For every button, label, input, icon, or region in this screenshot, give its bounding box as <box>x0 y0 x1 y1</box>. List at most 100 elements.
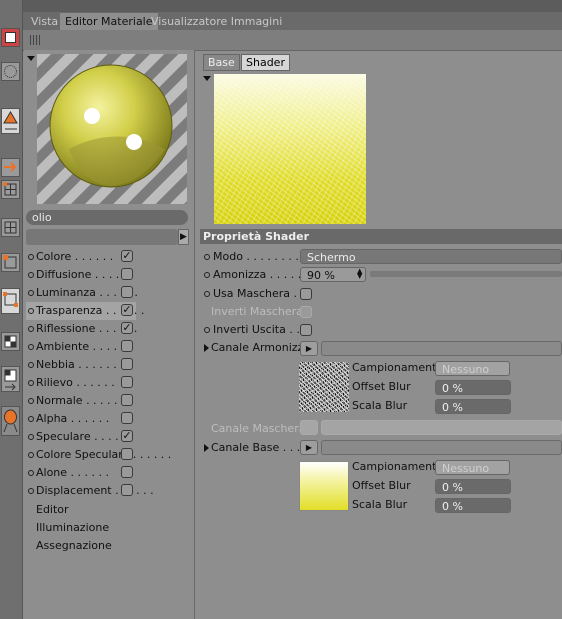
inverti-uscita-row: Inverti Uscita . . . <box>204 322 307 338</box>
paint-tool-icon[interactable] <box>1 406 20 436</box>
channel-row-displacement[interactable]: Displacement . . . . . . <box>26 482 154 500</box>
channel-enable-checkbox[interactable] <box>121 358 133 370</box>
scala-blur-input-2[interactable]: 0 % <box>435 498 511 513</box>
channel-row-normale[interactable]: Normale . . . . . . <box>26 392 136 410</box>
scala-blur-label-1: Scala Blur <box>352 399 408 412</box>
channel-enable-checkbox[interactable] <box>121 412 133 424</box>
material-name-field[interactable]: olio <box>26 210 188 225</box>
channel-enable-checkbox[interactable] <box>121 286 133 298</box>
channel-enable-checkbox[interactable] <box>121 340 133 352</box>
canale-maschera-menu-button[interactable] <box>300 420 318 435</box>
campionamento-label-2: Campionamento <box>352 460 444 473</box>
channel-label: Colore Speculare . . . . . . <box>36 448 172 461</box>
amonizza-slider-track[interactable] <box>370 271 562 277</box>
channel-row-colore[interactable]: Colore . . . . . . ✓ <box>26 248 136 266</box>
texture-tool-icon[interactable] <box>1 366 20 392</box>
inverti-maschera-checkbox[interactable] <box>300 306 312 318</box>
scroll-right-arrow-icon[interactable]: ▶ <box>178 229 189 245</box>
grid-tool-icon-2[interactable] <box>1 218 20 237</box>
sphere-grid-icon[interactable] <box>1 62 20 81</box>
channel-enable-checkbox[interactable] <box>121 484 133 496</box>
channel-row-speculare[interactable]: Speculare . . . . . . ✓ <box>26 428 136 446</box>
keyframe-dot-icon[interactable] <box>204 272 210 278</box>
offset-blur-input-1[interactable]: 0 % <box>435 380 511 395</box>
section-editor[interactable]: Editor <box>36 503 69 516</box>
channel-row-nebbia[interactable]: Nebbia . . . . . . <box>26 356 136 374</box>
keyframe-dot-icon <box>28 344 34 350</box>
expand-triangle-icon[interactable] <box>204 344 209 352</box>
canale-armonizza-menu-button[interactable]: ▶ <box>300 341 318 356</box>
keyframe-dot-icon <box>28 290 34 296</box>
shader-preview <box>214 74 366 224</box>
modo-label: Modo <box>213 250 243 263</box>
material-preview[interactable] <box>37 54 187 204</box>
amonizza-stepper-icon[interactable]: ▲ ▼ <box>357 268 362 280</box>
channel-enable-checkbox[interactable]: ✓ <box>121 304 133 316</box>
channel-row-trasparenza[interactable]: Trasparenza . . . . . . ✓ <box>26 302 144 320</box>
scala-blur-label-2: Scala Blur <box>352 498 408 511</box>
channel-enable-checkbox[interactable] <box>121 376 133 388</box>
tab-shader[interactable]: Shader <box>241 54 290 71</box>
channel-enable-checkbox[interactable]: ✓ <box>121 322 133 334</box>
inverti-uscita-label: Inverti Uscita <box>213 323 286 336</box>
grid-tool-icon[interactable] <box>1 180 20 199</box>
section-assegnazione[interactable]: Assegnazione <box>36 539 112 552</box>
checker-icon[interactable] <box>1 332 20 351</box>
channel-enable-checkbox[interactable] <box>121 268 133 280</box>
usa-maschera-checkbox[interactable] <box>300 288 312 300</box>
channel-enable-checkbox[interactable] <box>121 448 133 460</box>
keyframe-dot-icon[interactable] <box>204 291 210 297</box>
keyframe-dot-icon <box>28 326 34 332</box>
keyframe-dot-icon <box>28 272 34 278</box>
channel-row-riflessione[interactable]: Riflessione . . . . . . ✓ <box>26 320 137 338</box>
channel-row-alpha[interactable]: Alpha . . . . . . <box>26 410 136 428</box>
campionamento-dropdown-2[interactable]: Nessuno <box>435 460 510 475</box>
channel-row-diffusione[interactable]: Diffusione . . . . . . <box>26 266 136 284</box>
channel-label: Nebbia . . . . . . <box>36 358 117 371</box>
section-title: Proprietà Shader <box>200 229 562 244</box>
section-illuminazione[interactable]: Illuminazione <box>36 521 109 534</box>
canale-maschera-shader-field[interactable] <box>321 420 562 435</box>
inverti-uscita-checkbox[interactable] <box>300 324 312 336</box>
channel-label: Rilievo . . . . . . <box>36 376 115 389</box>
arrow-right-icon[interactable] <box>1 158 20 177</box>
preview-menu-triangle-icon[interactable] <box>27 56 35 61</box>
grid-tool-icon-3[interactable] <box>1 253 20 272</box>
channel-row-rilievo[interactable]: Rilievo . . . . . . <box>26 374 136 392</box>
channel-label: Alpha . . . . . . <box>36 412 110 425</box>
expand-triangle-icon[interactable] <box>204 444 209 452</box>
keyframe-dot-icon[interactable] <box>204 254 210 260</box>
channel-row-ambiente[interactable]: Ambiente . . . . . . <box>26 338 136 356</box>
channel-enable-checkbox[interactable] <box>121 466 133 478</box>
tab-visualizzatore-immagini[interactable]: Visualizzatore Immagini <box>146 13 287 30</box>
channel-row-luminanza[interactable]: Luminanza . . . . . . <box>26 284 138 302</box>
keyframe-dot-icon[interactable] <box>204 327 210 333</box>
channel-row-alone[interactable]: Alone . . . . . . <box>26 464 136 482</box>
shader-preview-menu-icon[interactable] <box>203 76 211 81</box>
channel-row-colore-speculare[interactable]: Colore Speculare . . . . . . <box>26 446 171 464</box>
canale-armonizza-label: Canale Armonizza <box>211 341 311 354</box>
triangle-tool-icon[interactable] <box>1 108 20 134</box>
amonizza-row: Amonizza . . . . . . <box>204 267 308 283</box>
tab-vista[interactable]: Vista <box>26 13 63 30</box>
scala-blur-input-1[interactable]: 0 % <box>435 399 511 414</box>
canale-base-shader-field[interactable] <box>321 440 562 455</box>
grip-icon[interactable] <box>30 35 40 45</box>
channel-enable-checkbox[interactable]: ✓ <box>121 430 133 442</box>
material-scroll-bar[interactable] <box>26 229 178 245</box>
canale-base-label: Canale Base <box>211 441 280 454</box>
channel-label: Displacement . . . . . . <box>36 484 154 497</box>
modo-dropdown[interactable]: Schermo <box>300 249 562 264</box>
campionamento-dropdown-1[interactable]: Nessuno <box>435 361 510 376</box>
channel-enable-checkbox[interactable]: ✓ <box>121 250 133 262</box>
points-tool-icon[interactable] <box>1 288 20 314</box>
layout-icon[interactable] <box>1 28 20 47</box>
tab-editor-materiale[interactable]: Editor Materiale <box>60 13 158 30</box>
canale-base-menu-button[interactable]: ▶ <box>300 440 318 455</box>
canale-armonizza-shader-field[interactable] <box>321 341 562 356</box>
canale-maschera-label: Canale Maschera <box>211 422 306 435</box>
offset-blur-input-2[interactable]: 0 % <box>435 479 511 494</box>
channel-enable-checkbox[interactable] <box>121 394 133 406</box>
usa-maschera-row: Usa Maschera . . <box>204 286 304 302</box>
tab-base[interactable]: Base <box>203 54 240 71</box>
